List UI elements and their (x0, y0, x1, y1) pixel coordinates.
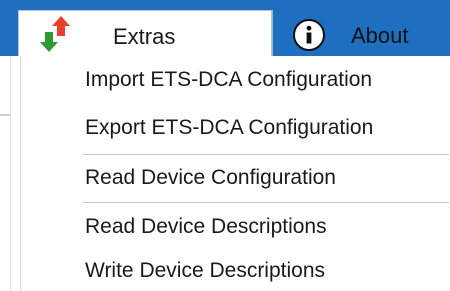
tab-extras[interactable]: Extras (18, 10, 272, 56)
menu-separator (83, 202, 449, 203)
arrows-up-down-icon (40, 16, 70, 52)
tab-about[interactable]: About (272, 10, 450, 56)
tab-extras-label: Extras (113, 24, 176, 49)
menu-item-import-ets-dca-configuration[interactable]: Import ETS-DCA Configuration (85, 68, 372, 92)
left-strip-marker (0, 114, 10, 116)
menu-item-read-device-configuration[interactable]: Read Device Configuration (85, 166, 336, 190)
menu-item-export-ets-dca-configuration[interactable]: Export ETS-DCA Configuration (85, 116, 373, 140)
extras-dropdown-menu: Import ETS-DCA Configuration Export ETS-… (20, 56, 450, 291)
menu-item-write-device-descriptions[interactable]: Write Device Descriptions (85, 259, 325, 283)
tab-about-label: About (351, 23, 409, 48)
left-border-strip (0, 56, 11, 291)
info-icon (293, 19, 325, 51)
menu-item-read-device-descriptions[interactable]: Read Device Descriptions (85, 215, 327, 239)
extras-menu-window: Extras About Import ETS-DCA Configuratio… (0, 0, 450, 291)
menu-separator (83, 154, 449, 155)
